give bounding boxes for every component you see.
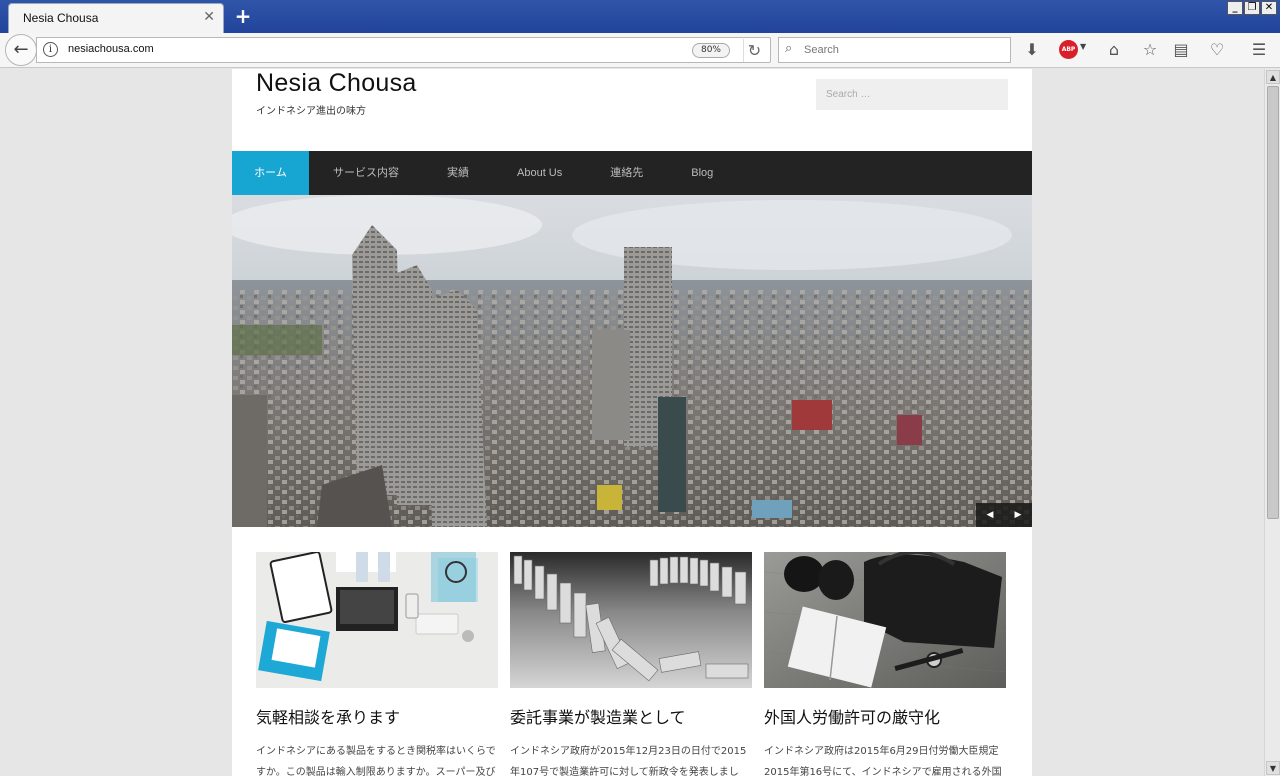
zoom-level-badge[interactable]: 80% xyxy=(692,43,730,58)
site-container: Nesia Chousa インドネシア進出の味方 ホーム サービス内容 実績 A… xyxy=(232,69,1032,776)
home-icon[interactable]: ⌂ xyxy=(1103,39,1125,61)
slider-next-icon[interactable]: ▶ xyxy=(1004,503,1032,527)
post-card[interactable]: 外国人労働許可の厳守化 インドネシア政府は2015年6月29日付労働大臣規定20… xyxy=(764,552,1006,776)
site-search-box[interactable] xyxy=(816,79,1008,110)
card-image-dominoes[interactable] xyxy=(510,552,752,688)
card-title[interactable]: 気軽相談を承ります xyxy=(256,704,498,728)
back-button[interactable]: ← xyxy=(5,34,37,66)
card-image-consultation[interactable] xyxy=(256,552,498,688)
site-tagline: インドネシア進出の味方 xyxy=(256,106,366,117)
post-card[interactable]: 気軽相談を承ります インドネシアにある製品をするとき関税率はいくらですか。この製… xyxy=(256,552,498,776)
url-text[interactable]: nesiachousa.com xyxy=(68,43,154,55)
card-title[interactable]: 委託事業が製造業として xyxy=(510,704,752,728)
tab-title: Nesia Chousa xyxy=(23,11,99,25)
scroll-up-icon[interactable]: ▲ xyxy=(1266,70,1280,84)
minimize-icon[interactable]: _ xyxy=(1227,1,1243,15)
briefcase-image xyxy=(764,552,1006,688)
adblock-icon[interactable]: ABP xyxy=(1059,40,1078,59)
nav-item-about[interactable]: About Us xyxy=(493,151,586,195)
card-excerpt: インドネシア政府が2015年12月23日の日付で2015年107号で製造業許可に… xyxy=(510,746,747,776)
page-viewport: Nesia Chousa インドネシア進出の味方 ホーム サービス内容 実績 A… xyxy=(0,69,1264,776)
nav-item-results[interactable]: 実績 xyxy=(423,151,493,195)
search-placeholder: Search xyxy=(804,44,839,56)
card-image-business[interactable] xyxy=(764,552,1006,688)
main-nav: ホーム サービス内容 実績 About Us 連絡先 Blog xyxy=(232,151,1032,195)
navigation-toolbar: i nesiachousa.com 80% ↻ ← ⌕ Search ⬇ ABP… xyxy=(0,33,1280,68)
scrollbar-thumb[interactable] xyxy=(1267,86,1279,519)
dominoes-image xyxy=(510,552,752,688)
nav-item-contact[interactable]: 連絡先 xyxy=(586,151,667,195)
bookmark-star-icon[interactable]: ☆ xyxy=(1139,39,1161,61)
menu-icon[interactable]: ☰ xyxy=(1248,39,1270,61)
laptop-desk-image xyxy=(256,552,498,688)
hero-cityscape-image xyxy=(232,195,1032,527)
browser-search-input[interactable]: ⌕ Search xyxy=(778,37,1011,63)
window-titlebar: Nesia Chousa ✕ + _ ❐ ✕ xyxy=(0,0,1280,33)
post-card[interactable]: 委託事業が製造業として インドネシア政府が2015年12月23日の日付で2015… xyxy=(510,552,752,776)
card-excerpt: インドネシア政府は2015年6月29日付労働大臣規定2015年第16号にて、イン… xyxy=(764,746,1002,776)
search-icon: ⌕ xyxy=(785,41,793,56)
downloads-icon[interactable]: ⬇ xyxy=(1021,39,1043,61)
site-search-input[interactable] xyxy=(816,79,1008,110)
pocket-icon[interactable]: ♡ xyxy=(1206,39,1228,61)
adblock-menu-icon[interactable]: ▼ xyxy=(1080,42,1086,51)
site-info-icon[interactable]: i xyxy=(43,42,58,57)
slider-prev-icon[interactable]: ◀ xyxy=(976,503,1004,527)
nav-item-blog[interactable]: Blog xyxy=(667,151,737,195)
card-excerpt: インドネシアにある製品をするとき関税率はいくらですか。この製品は輸入制限あります… xyxy=(256,746,496,776)
nav-item-home[interactable]: ホーム xyxy=(232,151,309,195)
tab-close-icon[interactable]: ✕ xyxy=(203,9,215,25)
url-bar[interactable]: i nesiachousa.com 80% ↻ xyxy=(36,37,771,63)
new-tab-icon[interactable]: + xyxy=(233,3,253,29)
reload-icon[interactable]: ↻ xyxy=(743,39,765,62)
close-window-icon[interactable]: ✕ xyxy=(1261,1,1277,15)
scroll-down-icon[interactable]: ▼ xyxy=(1266,761,1280,775)
browser-tab[interactable]: Nesia Chousa ✕ xyxy=(8,3,224,33)
restore-icon[interactable]: ❐ xyxy=(1244,1,1260,15)
card-title[interactable]: 外国人労働許可の厳守化 xyxy=(764,704,1006,728)
bookmarks-list-icon[interactable]: ▤ xyxy=(1170,39,1192,61)
slider-controls: ◀ ▶ xyxy=(976,503,1032,527)
page-scrollbar[interactable]: ▲ ▼ xyxy=(1264,69,1280,776)
hero-slider[interactable]: ◀ ▶ xyxy=(232,195,1032,527)
site-title[interactable]: Nesia Chousa xyxy=(256,69,417,98)
nav-item-services[interactable]: サービス内容 xyxy=(309,151,423,195)
